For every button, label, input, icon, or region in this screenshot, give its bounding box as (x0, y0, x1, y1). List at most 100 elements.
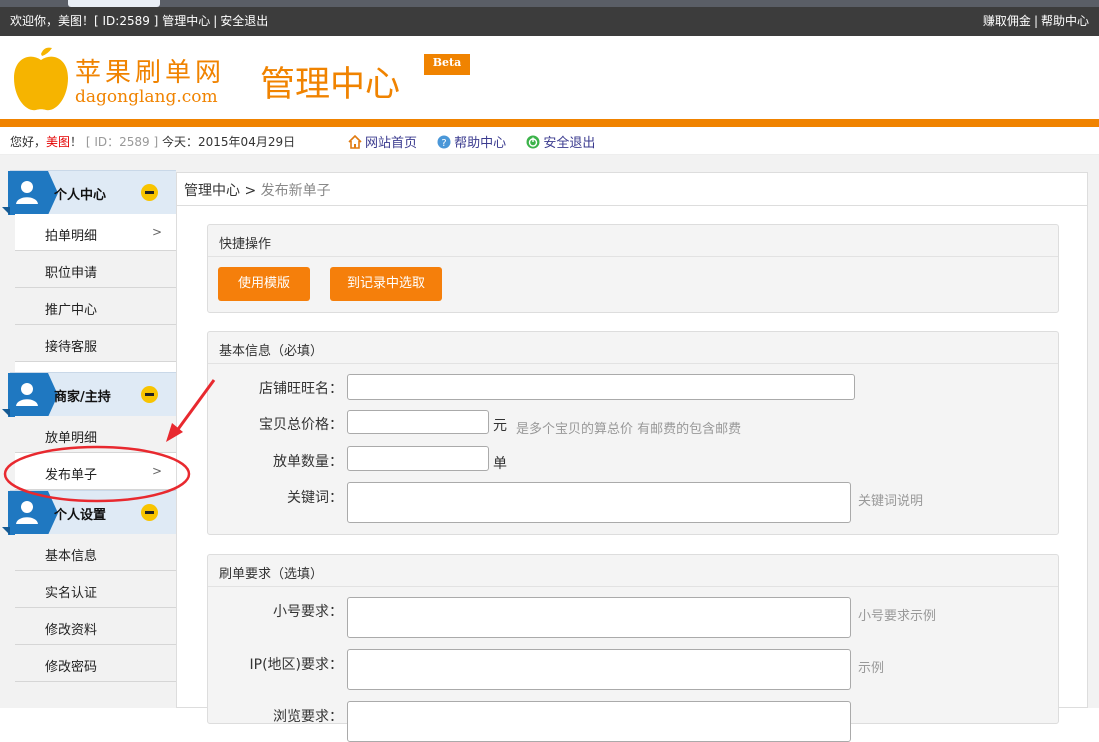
username: 美图 (46, 135, 71, 149)
keywords-textarea[interactable] (347, 482, 851, 523)
sidebar-item-label: 修改密码 (45, 660, 98, 675)
sidebar-item-label: 拍单明细 (45, 229, 98, 244)
total-price-label: 宝贝总价格： (259, 417, 343, 433)
sidebar-item-label: 放单明细 (45, 431, 98, 446)
collapse-icon[interactable] (141, 184, 158, 201)
sidebar-item-change-password[interactable]: 修改密码 (15, 645, 176, 682)
ip-req-label: IP(地区)要求： (249, 657, 344, 673)
main-content: 管理中心 > 发布新单子 快捷操作 使用模版 到记录中选取 基本信息（必填） 店… (176, 172, 1088, 742)
use-template-button[interactable]: 使用模版 (218, 267, 310, 301)
requirements-panel: 刷单要求（选填） 小号要求： 小号要求示例 IP(地区)要求： 示例 浏览要求： (207, 554, 1059, 742)
breadcrumb-current: 发布新单子 (260, 183, 331, 199)
section-badge (2, 373, 58, 417)
logo-chinese-text: 苹果刷单网 (75, 58, 226, 88)
logout-link-label: 安全退出 (543, 136, 596, 151)
price-unit: 元 (493, 418, 507, 434)
ip-req-textarea[interactable] (347, 649, 851, 690)
help-icon: ? (437, 135, 451, 149)
top-bar-left: 欢迎你，美图！[ ID:2589 ] 管理中心 | 安全退出 (10, 14, 269, 28)
browse-req-textarea[interactable] (347, 701, 851, 742)
panel-title: 基本信息（必填） (208, 332, 1058, 364)
header-title: 管理中心 (260, 65, 401, 105)
account-req-hint[interactable]: 小号要求示例 (858, 605, 936, 624)
user-icon (16, 383, 38, 406)
account-req-textarea[interactable] (347, 597, 851, 638)
greeting: 您好，美图！ [ ID：2589 ] 今天：2015年04月29日 (10, 133, 295, 150)
section-title: 个人设置 (54, 508, 107, 523)
sidebar-item-order-details[interactable]: 拍单明细 > (15, 214, 176, 251)
keywords-hint[interactable]: 关键词说明 (858, 490, 923, 509)
browser-tab[interactable] (68, 0, 160, 7)
sidebar-item-edit-profile[interactable]: 修改资料 (15, 608, 176, 645)
panel-title: 快捷操作 (208, 225, 1058, 257)
welcome-text: 欢迎你，美图！[ ID:2589 ] (10, 14, 159, 28)
user-icon (16, 501, 38, 524)
pick-from-records-button[interactable]: 到记录中选取 (330, 267, 442, 301)
qty-unit: 单 (493, 456, 507, 472)
sidebar: 个人中心 拍单明细 > 职位申请 推广中心 接待客服 商家/主持 放单明细 发布… (0, 170, 176, 682)
chevron-right-icon: > (151, 464, 162, 478)
collapse-icon[interactable] (141, 504, 158, 521)
order-qty-label: 放单数量： (273, 454, 343, 470)
sidebar-item-promotion[interactable]: 推广中心 (15, 288, 176, 325)
greeting-bang: ！ (70, 135, 83, 149)
top-bar: 欢迎你，美图！[ ID:2589 ] 管理中心 | 安全退出 赚取佣金 | 帮助中心 (0, 0, 1099, 36)
top-logout-link[interactable]: 安全退出 (220, 14, 268, 28)
sidebar-item-customer-service[interactable]: 接待客服 (15, 325, 176, 362)
logout-link[interactable]: 安全退出 (526, 135, 596, 151)
sidebar-item-basic-info[interactable]: 基本信息 (15, 534, 176, 571)
user-icon (16, 181, 38, 204)
top-help-link[interactable]: 帮助中心 (1041, 14, 1089, 28)
user-id: [ ID：2589 ] (85, 135, 159, 149)
quick-nav: 网站首页 ? 帮助中心 安全退出 (348, 132, 611, 151)
sidebar-item-label: 实名认证 (45, 586, 98, 601)
home-link[interactable]: 网站首页 (348, 135, 421, 151)
price-hint: 是多个宝贝的算总价 有邮费的包含邮费 (516, 422, 742, 437)
section-badge (2, 171, 58, 215)
shop-name-label: 店铺旺旺名： (259, 381, 343, 397)
site-header: 苹果刷单网 dagonglang.com 管理中心 Beta (0, 36, 1099, 119)
top-bar-right: 赚取佣金 | 帮助中心 (982, 14, 1089, 28)
ip-req-hint[interactable]: 示例 (858, 657, 884, 676)
chevron-right-icon: > (151, 225, 162, 239)
sidebar-item-listing-details[interactable]: 放单明细 (15, 416, 176, 453)
basic-info-panel: 基本信息（必填） 店铺旺旺名： 宝贝总价格： 元 是多个宝贝的算总价 有邮费的包… (207, 331, 1059, 535)
panel-title: 刷单要求（选填） (208, 555, 1058, 587)
breadcrumb: 管理中心 > 发布新单子 (184, 180, 331, 200)
greeting-prefix: 您好， (10, 135, 47, 149)
breadcrumb-separator: > (240, 183, 261, 199)
account-req-label: 小号要求： (273, 604, 343, 620)
breadcrumb-root[interactable]: 管理中心 (184, 183, 240, 199)
sidebar-item-job-apply[interactable]: 职位申请 (15, 251, 176, 288)
quick-actions-panel: 快捷操作 使用模版 到记录中选取 (207, 224, 1059, 313)
home-link-label: 网站首页 (365, 136, 418, 151)
shop-name-input[interactable] (347, 374, 855, 400)
browser-tab-strip (0, 0, 1099, 7)
sidebar-section-settings[interactable]: 个人设置 (2, 490, 176, 535)
sidebar-item-label: 接待客服 (45, 340, 98, 355)
svg-text:?: ? (442, 138, 447, 149)
section-title: 商家/主持 (54, 390, 111, 405)
keywords-label: 关键词： (287, 490, 343, 506)
help-link-label: 帮助中心 (454, 136, 507, 151)
order-qty-input[interactable] (347, 446, 489, 471)
earn-link[interactable]: 赚取佣金 (983, 14, 1031, 28)
power-icon (526, 135, 540, 149)
total-price-input[interactable] (347, 410, 489, 434)
section-title: 个人中心 (54, 188, 107, 203)
today-date: 今天：2015年04月29日 (162, 135, 296, 149)
admin-link[interactable]: 管理中心 (162, 14, 210, 28)
sidebar-section-merchant[interactable]: 商家/主持 (2, 372, 176, 417)
sidebar-item-label: 推广中心 (45, 303, 98, 318)
sidebar-item-verification[interactable]: 实名认证 (15, 571, 176, 608)
sidebar-item-publish-order[interactable]: 发布单子 > (15, 453, 176, 490)
sidebar-section-personal[interactable]: 个人中心 (2, 170, 176, 215)
section-badge (2, 491, 58, 535)
help-link[interactable]: ? 帮助中心 (437, 135, 510, 151)
sidebar-gap (15, 362, 176, 372)
info-bar: 您好，美图！ [ ID：2589 ] 今天：2015年04月29日 网站首页 ?… (0, 127, 1099, 155)
logo-domain-text: dagonglang.com (75, 87, 218, 107)
collapse-icon[interactable] (141, 386, 158, 403)
apple-logo-icon[interactable] (12, 46, 70, 112)
beta-badge: Beta (424, 54, 470, 75)
